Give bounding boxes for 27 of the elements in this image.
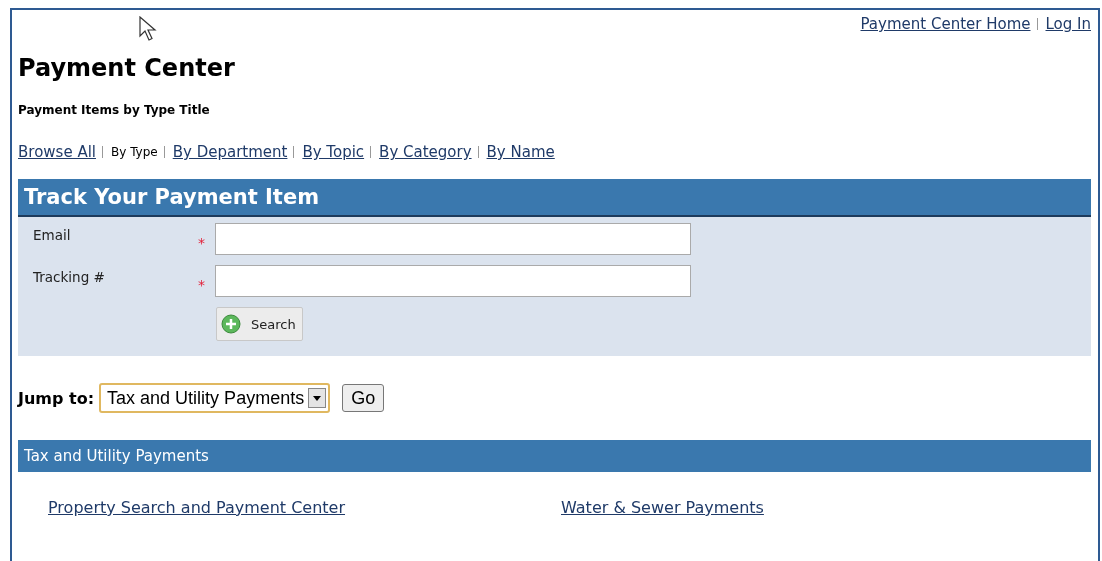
nav-link[interactable]: By Name xyxy=(486,143,555,161)
go-button[interactable]: Go xyxy=(342,384,385,412)
jump-label: Jump to: xyxy=(18,388,95,408)
top-link[interactable]: Payment Center Home xyxy=(860,15,1031,33)
input-field[interactable] xyxy=(215,223,691,255)
page-subtitle: Payment Items by Type Title xyxy=(18,103,211,117)
search-button[interactable]: Search xyxy=(216,307,303,341)
section-header: Track Your Payment Item xyxy=(18,179,1091,217)
payment-link[interactable]: Property Search and Payment Center xyxy=(48,498,345,517)
required-mark: * xyxy=(198,235,205,251)
mouse-pointer-icon xyxy=(139,16,157,42)
nav-link[interactable]: By Type xyxy=(111,145,158,159)
nav-link[interactable]: By Category xyxy=(379,143,472,161)
field-label: Email xyxy=(33,227,72,243)
nav-link[interactable]: Browse All xyxy=(18,143,96,161)
plus-icon xyxy=(221,314,241,334)
nav-link[interactable]: By Topic xyxy=(302,143,365,161)
required-mark: * xyxy=(198,277,205,293)
jump-dropdown[interactable]: Tax and Utility Payments xyxy=(99,383,331,413)
nav-link[interactable]: By Department xyxy=(172,143,288,161)
top-link[interactable]: Log In xyxy=(1045,15,1091,33)
section-header: Tax and Utility Payments xyxy=(18,440,1091,472)
input-field[interactable] xyxy=(215,265,691,297)
caret-icon xyxy=(308,388,327,408)
page-title: Payment Center xyxy=(18,53,236,83)
field-label: Tracking # xyxy=(33,269,106,285)
payment-link[interactable]: Water & Sewer Payments xyxy=(561,498,764,517)
